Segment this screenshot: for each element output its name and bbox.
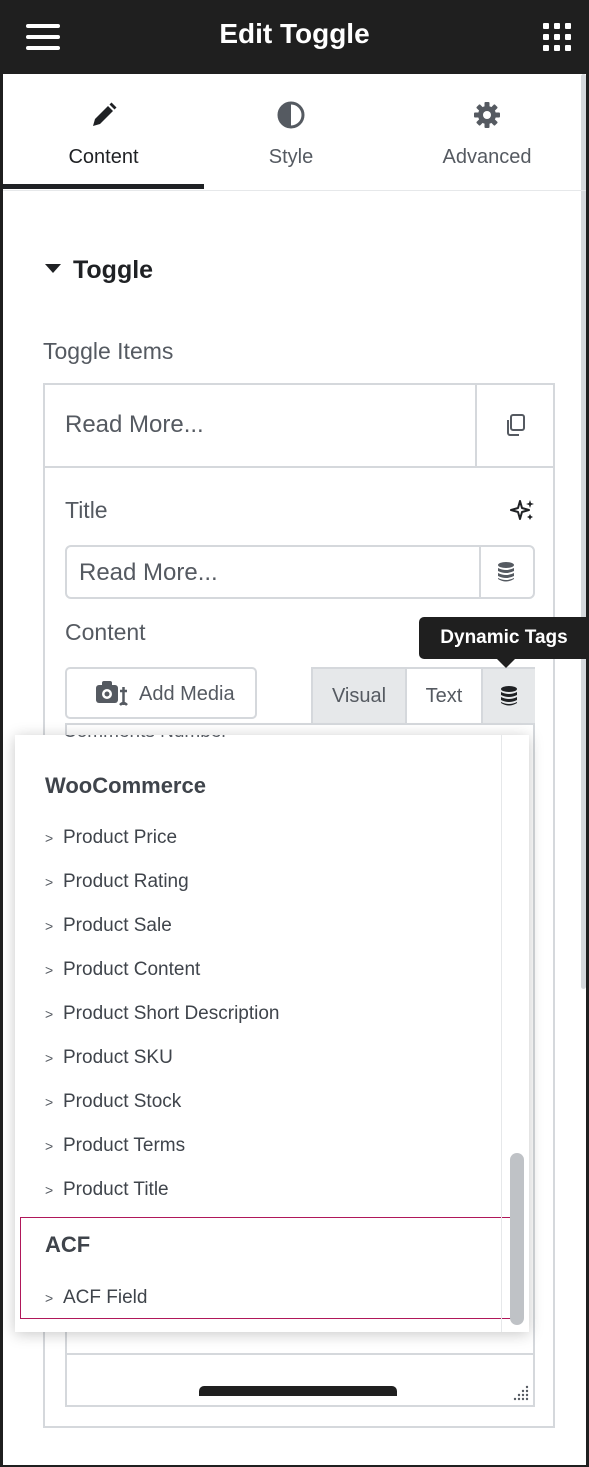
duplicate-button[interactable]	[475, 385, 555, 466]
chevron-right-icon: >	[45, 1006, 54, 1022]
dropdown-item-clipped[interactable]: Comments Number	[63, 735, 228, 743]
grid-icon[interactable]	[543, 23, 571, 51]
tab-style-label: Style	[268, 146, 314, 168]
caret-down-icon	[45, 263, 61, 273]
add-media-button[interactable]: Add Media	[65, 667, 257, 719]
panel-bottom-handle[interactable]	[199, 1386, 397, 1396]
half-circle-icon	[277, 101, 305, 129]
repeater-item-header[interactable]: Read More...	[45, 385, 553, 468]
ai-sparkle-icon[interactable]	[510, 498, 536, 524]
chevron-right-icon: >	[45, 918, 54, 934]
tab-content[interactable]: Content	[3, 74, 204, 190]
add-media-icon	[96, 681, 128, 706]
chevron-right-icon: >	[45, 1094, 54, 1110]
copy-icon	[507, 414, 525, 436]
dropdown-item[interactable]: > Product Terms	[45, 1135, 185, 1165]
dynamic-tags-button[interactable]	[479, 547, 533, 597]
add-media-label: Add Media	[139, 683, 235, 705]
database-icon	[498, 562, 514, 582]
dropdown-group-woocommerce: WooCommerce	[45, 773, 206, 798]
dropdown-item-acf-field[interactable]: > ACF Field	[45, 1287, 147, 1317]
toggle-items-label: Toggle Items	[43, 338, 174, 364]
dropdown-item[interactable]: > Product Rating	[45, 871, 189, 901]
panel-tabs: Content Style Advanced	[3, 74, 586, 191]
title-field-label: Title	[65, 497, 108, 523]
dropdown-item[interactable]: > Product Title	[45, 1179, 169, 1209]
tab-advanced[interactable]: Advanced	[388, 74, 586, 190]
resize-handle-icon[interactable]	[513, 1385, 529, 1401]
title-input[interactable]	[77, 555, 476, 591]
active-tab-indicator	[3, 184, 204, 189]
tab-advanced-label: Advanced	[442, 146, 532, 168]
chevron-right-icon: >	[45, 1290, 54, 1306]
panel-header: Edit Toggle	[0, 0, 589, 74]
title-input-wrapper	[65, 545, 535, 599]
dynamic-tags-tooltip: Dynamic Tags	[419, 617, 589, 668]
chevron-right-icon: >	[45, 1050, 54, 1066]
database-icon	[501, 686, 517, 706]
dropdown-group-acf: ACF	[45, 1232, 91, 1257]
editor-footer	[67, 1353, 533, 1405]
chevron-right-icon: >	[45, 1182, 54, 1198]
dynamic-tags-dropdown: Comments Number WooCommerce >Product Pri…	[15, 735, 529, 1332]
pencil-icon	[92, 102, 116, 126]
chevron-right-icon: >	[45, 1138, 54, 1154]
panel-scrollbar[interactable]	[581, 74, 586, 989]
toggle-section-header[interactable]: Toggle	[45, 256, 153, 285]
editor-tab-text[interactable]: Text	[407, 669, 483, 723]
chevron-right-icon: >	[45, 830, 54, 846]
section-title: Toggle	[73, 256, 154, 284]
editor-tab-visual[interactable]: Visual	[313, 669, 407, 723]
gear-icon	[474, 102, 500, 128]
dropdown-scrollbar-thumb[interactable]	[510, 1153, 524, 1325]
content-field-label: Content	[65, 619, 146, 645]
dropdown-item[interactable]: > Product SKU	[45, 1047, 173, 1077]
dropdown-item[interactable]: > Product Sale	[45, 915, 172, 945]
editor-mode-tabs: Visual Text	[311, 667, 535, 723]
chevron-right-icon: >	[45, 874, 54, 890]
chevron-right-icon: >	[45, 962, 54, 978]
header-title: Edit Toggle	[219, 18, 370, 49]
dropdown-item[interactable]: > Product Stock	[45, 1091, 181, 1121]
repeater-item-title: Read More...	[65, 411, 204, 438]
tab-content-label: Content	[68, 146, 139, 168]
dropdown-item[interactable]: > Product Content	[45, 959, 200, 989]
editor-dynamic-tags-button[interactable]	[483, 669, 535, 723]
dropdown-item[interactable]: > Product Short Description	[45, 1003, 280, 1033]
dropdown-item[interactable]: > Product Price	[45, 827, 177, 857]
tab-style[interactable]: Style	[191, 74, 391, 190]
